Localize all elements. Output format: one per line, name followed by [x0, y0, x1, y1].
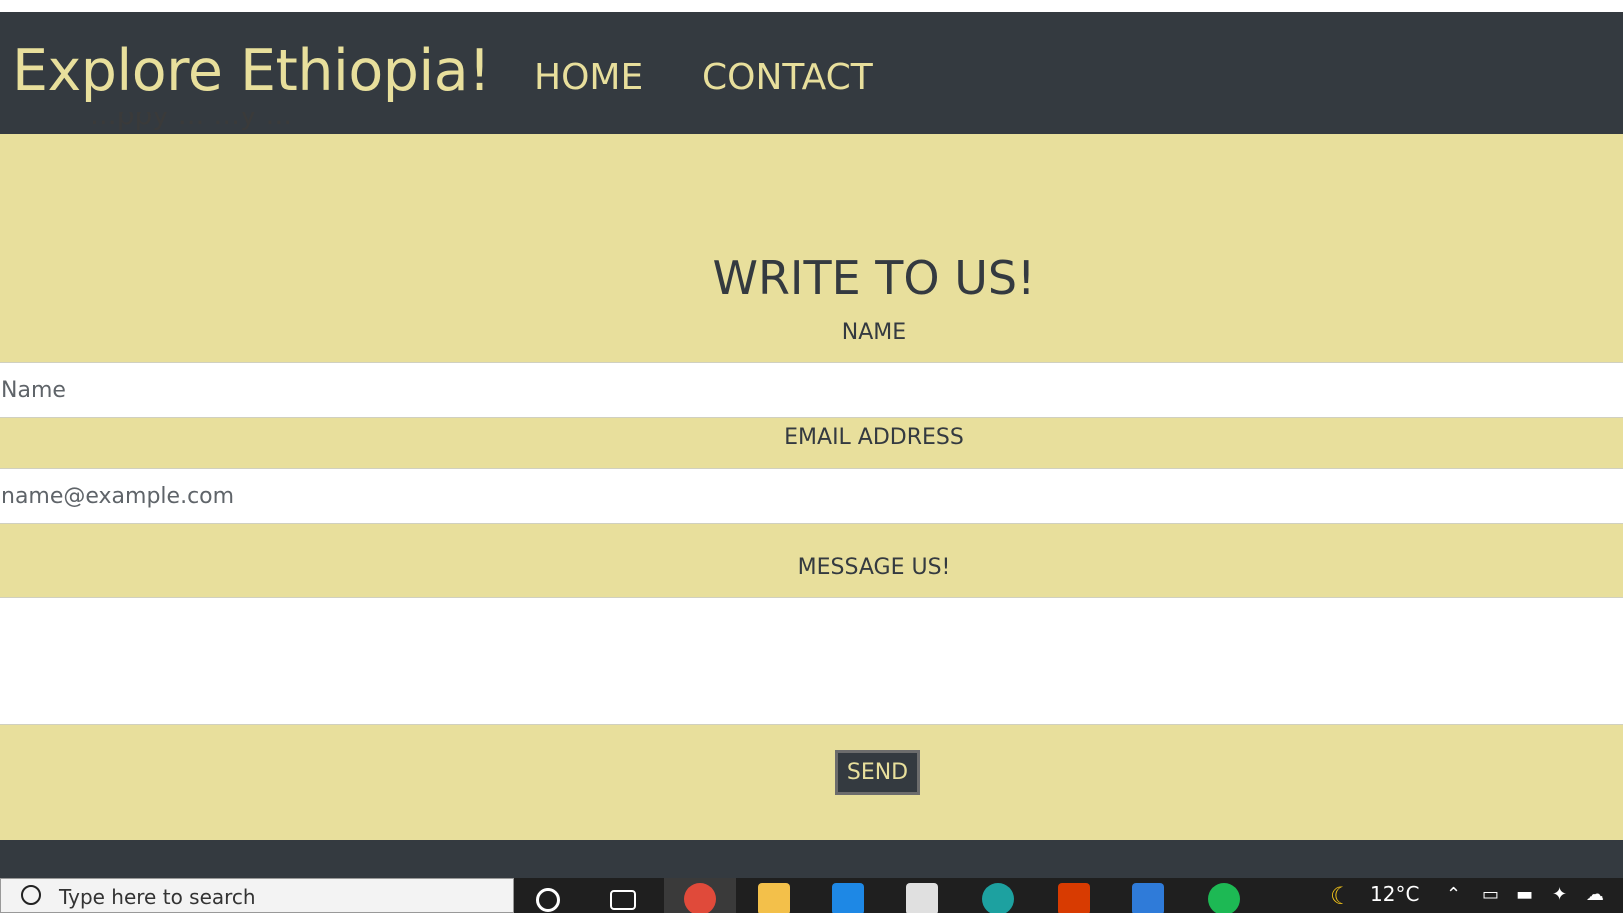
name-label: NAME: [841, 320, 907, 345]
spotify-icon[interactable]: [1208, 883, 1240, 913]
contact-form-section: WRITE TO US! NAME EMAIL ADDRESS MESSAGE …: [0, 134, 1623, 840]
office-icon[interactable]: [1058, 883, 1090, 913]
tray-chevron-icon[interactable]: ⌃: [1446, 884, 1461, 905]
store-icon[interactable]: [906, 883, 938, 913]
edge-icon[interactable]: [982, 883, 1014, 913]
task-view-icon[interactable]: [610, 890, 636, 910]
windows-taskbar: Type here to search ☾ 12°C ⌃ ▭ ▬ ✦ ☁: [0, 878, 1623, 913]
todo-icon[interactable]: [1132, 883, 1164, 913]
message-label: MESSAGE US!: [797, 555, 951, 580]
brand-link[interactable]: Explore Ethiopia!: [12, 36, 491, 106]
mail-icon[interactable]: [832, 883, 864, 913]
form-heading: WRITE TO US!: [712, 251, 1036, 305]
name-input[interactable]: [0, 362, 1623, 418]
weather-moon-icon: ☾: [1330, 882, 1352, 910]
tray-meet-icon[interactable]: ▭: [1482, 884, 1499, 905]
taskbar-search-box[interactable]: Type here to search: [0, 878, 514, 913]
weather-temperature[interactable]: 12°C: [1370, 882, 1419, 906]
email-input[interactable]: [0, 468, 1623, 524]
chrome-icon[interactable]: [684, 883, 716, 913]
search-icon: [21, 885, 41, 905]
message-textarea[interactable]: [0, 597, 1623, 725]
email-label: EMAIL ADDRESS: [784, 425, 964, 450]
cortana-icon[interactable]: [536, 888, 560, 912]
nav-home-link[interactable]: HOME: [534, 58, 643, 98]
page-footer: [0, 840, 1623, 878]
tray-cloud-icon[interactable]: ☁: [1586, 884, 1604, 905]
tray-dropbox-icon[interactable]: ✦: [1552, 884, 1567, 905]
clipped-text: ...ppy ... ...y ...: [90, 112, 293, 131]
nav-contact-link[interactable]: CONTACT: [702, 58, 873, 98]
send-button[interactable]: SEND: [835, 750, 920, 795]
clipped-text-line: ...ppy ... ...y ...: [0, 112, 1623, 134]
tray-network-icon[interactable]: ▬: [1516, 884, 1533, 905]
file-explorer-icon[interactable]: [758, 883, 790, 913]
taskbar-search-placeholder: Type here to search: [59, 885, 256, 909]
